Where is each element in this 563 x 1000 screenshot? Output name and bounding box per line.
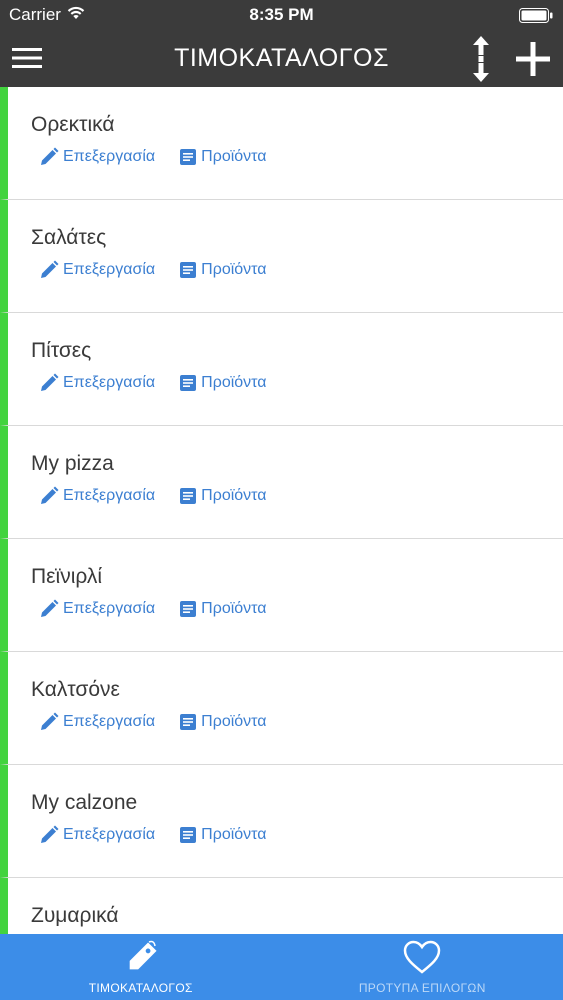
tab-bar: ΤΙΜΟΚΑΤΑΛΟΓΟΣ ΠΡΟΤΥΠΑ ΕΠΙΛΟΓΩΝ [0, 934, 563, 1000]
pencil-icon [39, 486, 59, 506]
products-label: Προϊόντα [201, 713, 267, 730]
document-icon [179, 600, 197, 618]
document-icon [179, 374, 197, 392]
pencil-icon [39, 373, 59, 393]
edit-label: Επεξεργασία [63, 261, 156, 278]
products-link[interactable]: Προϊόντα [179, 600, 267, 618]
edit-link[interactable]: Επεξεργασία [39, 599, 155, 619]
document-icon [179, 487, 197, 505]
list-item[interactable]: Πεϊνιρλί Επεξεργασία Προϊόντα [0, 539, 563, 652]
pencil-icon [39, 147, 59, 167]
products-label: Προϊόντα [201, 826, 267, 843]
category-name: Ορεκτικά [31, 113, 115, 136]
edit-label: Επεξεργασία [63, 374, 156, 391]
list-item[interactable]: My pizza Επεξεργασία Προϊόντα [0, 426, 563, 539]
edit-link[interactable]: Επεξεργασία [39, 486, 155, 506]
products-label: Προϊόντα [201, 600, 267, 617]
products-label: Προϊόντα [201, 148, 267, 165]
category-name: My pizza [31, 452, 114, 475]
screen: Carrier 8:35 PM ΤΙΜΟΚΑΤΑΛΟΓΟΣ Ορεκτικά Ε… [0, 0, 563, 1000]
list-item[interactable]: Πίτσες Επεξεργασία Προϊόντα [0, 313, 563, 426]
item-actions: Επεξεργασία Προϊόντα [39, 599, 267, 619]
products-link[interactable]: Προϊόντα [179, 261, 267, 279]
category-name: Καλτσόνε [31, 678, 120, 701]
category-name: Πίτσες [31, 339, 92, 362]
list-item[interactable]: Σαλάτες Επεξεργασία Προϊόντα [0, 200, 563, 313]
edit-label: Επεξεργασία [63, 600, 156, 617]
add-button[interactable] [515, 41, 551, 77]
document-icon [179, 148, 197, 166]
edit-link[interactable]: Επεξεργασία [39, 373, 155, 393]
category-name: My calzone [31, 791, 138, 814]
item-actions: Επεξεργασία Προϊόντα [39, 712, 267, 732]
tab-option-templates-label: ΠΡΟΤΥΠΑ ΕΠΙΛΟΓΩΝ [358, 981, 486, 995]
category-name: Σαλάτες [31, 226, 107, 249]
list-item[interactable]: Ορεκτικά Επεξεργασία Προϊόντα [0, 87, 563, 200]
products-label: Προϊόντα [201, 374, 267, 391]
heart-icon [402, 938, 442, 983]
category-name: Ζυμαρικά [31, 904, 119, 927]
plus-icon [516, 42, 550, 76]
item-actions: Επεξεργασία Προϊόντα [39, 373, 267, 393]
price-tag-icon [121, 938, 161, 983]
pencil-icon [39, 712, 59, 732]
products-link[interactable]: Προϊόντα [179, 487, 267, 505]
products-link[interactable]: Προϊόντα [179, 374, 267, 392]
products-link[interactable]: Προϊόντα [179, 148, 267, 166]
tab-option-templates[interactable]: ΠΡΟΤΥΠΑ ΕΠΙΛΟΓΩΝ [282, 934, 563, 1000]
category-list[interactable]: Ορεκτικά Επεξεργασία Προϊόντα Σαλάτες Επεξερ… [0, 87, 563, 934]
tab-price-list-label: ΤΙΜΟΚΑΤΑΛΟΓΟΣ [88, 981, 193, 995]
products-link[interactable]: Προϊόντα [179, 826, 267, 844]
edit-label: Επεξεργασία [63, 826, 156, 843]
status-time: 8:35 PM [249, 5, 314, 24]
pencil-icon [39, 260, 59, 280]
edit-label: Επεξεργασία [63, 713, 156, 730]
products-link[interactable]: Προϊόντα [179, 713, 267, 731]
edit-link[interactable]: Επεξεργασία [39, 712, 155, 732]
products-label: Προϊόντα [201, 487, 267, 504]
pencil-icon [39, 825, 59, 845]
battery-icon [519, 8, 553, 23]
edit-label: Επεξεργασία [63, 487, 156, 504]
list-item[interactable]: ΖυμαρικάΕπεξεργασίαΠροϊόντα [0, 878, 563, 934]
sort-button[interactable] [470, 36, 492, 82]
item-actions: Επεξεργασία Προϊόντα [39, 260, 267, 280]
tab-price-list[interactable]: ΤΙΜΟΚΑΤΑΛΟΓΟΣ [0, 934, 282, 1000]
status-bar: Carrier 8:35 PM [0, 0, 563, 30]
edit-link[interactable]: Επεξεργασία [39, 147, 155, 167]
category-name: Πεϊνιρλί [31, 565, 103, 588]
edit-label: Επεξεργασία [63, 148, 156, 165]
item-actions: Επεξεργασία Προϊόντα [39, 147, 267, 167]
sort-icon [473, 36, 489, 82]
document-icon [179, 713, 197, 731]
products-label: Προϊόντα [201, 261, 267, 278]
document-icon [179, 826, 197, 844]
list-item[interactable]: Καλτσόνε Επεξεργασία Προϊόντα [0, 652, 563, 765]
nav-bar: ΤΙΜΟΚΑΤΑΛΟΓΟΣ [0, 30, 563, 87]
pencil-icon [39, 599, 59, 619]
item-actions: Επεξεργασία Προϊόντα [39, 825, 267, 845]
document-icon [179, 261, 197, 279]
item-actions: Επεξεργασία Προϊόντα [39, 486, 267, 506]
list-item[interactable]: My calzone Επεξεργασία Προϊόντα [0, 765, 563, 878]
edit-link[interactable]: Επεξεργασία [39, 260, 155, 280]
edit-link[interactable]: Επεξεργασία [39, 825, 155, 845]
